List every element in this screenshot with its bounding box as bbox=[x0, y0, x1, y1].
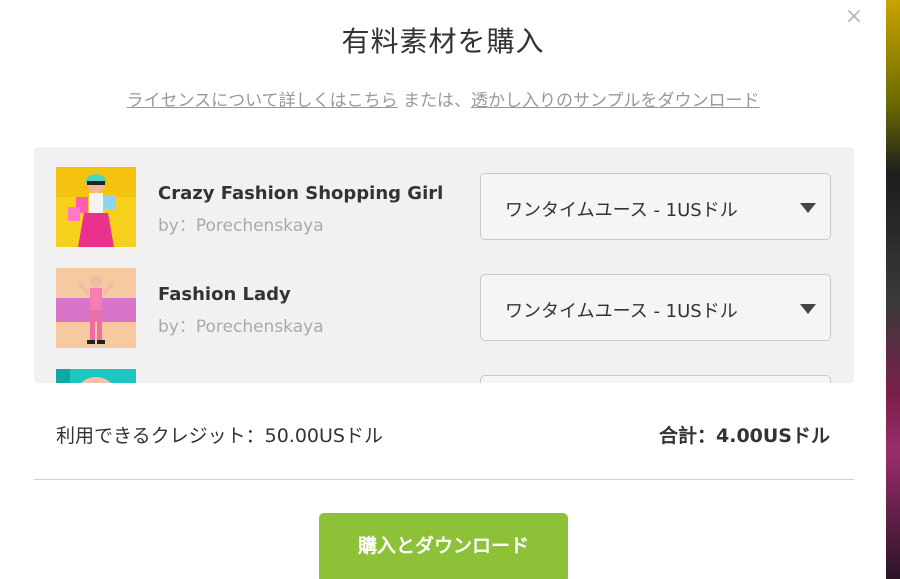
caret-down-icon bbox=[800, 304, 816, 314]
links-separator: または、 bbox=[397, 91, 472, 111]
license-select[interactable] bbox=[480, 375, 831, 383]
license-select[interactable]: ワンタイムユース - 1USドル bbox=[480, 274, 831, 341]
total-price: 合計：4.00USドル bbox=[659, 425, 830, 447]
fashion-lady-thumbnail bbox=[56, 268, 136, 348]
sample-download-link[interactable]: 透かし入りのサンプルをダウンロード bbox=[471, 91, 760, 111]
available-credits: 利用できるクレジット：50.00USドル bbox=[56, 425, 383, 447]
info-links: ライセンスについて詳しくはこちら または、透かし入りのサンプルをダウンロード bbox=[0, 86, 886, 111]
item-author: by：Porechenskaya bbox=[158, 317, 324, 337]
license-select[interactable]: ワンタイムユース - 1USドル bbox=[480, 173, 831, 240]
fashion-shopping-girl-thumbnail bbox=[56, 167, 136, 247]
purchase-download-button[interactable]: 購入とダウンロード bbox=[319, 513, 568, 579]
divider bbox=[34, 479, 854, 480]
items-list[interactable]: Crazy Fashion Shopping Girl by：Porechens… bbox=[34, 147, 854, 383]
license-select-value: ワンタイムユース - 1USドル bbox=[505, 200, 738, 221]
modal-title: 有料素材を購入 bbox=[341, 25, 545, 58]
partially-visible-thumbnail bbox=[56, 369, 136, 383]
caret-down-icon bbox=[800, 203, 816, 213]
item-author: by：Porechenskaya bbox=[158, 216, 324, 236]
purchase-modal: × 有料素材を購入 ライセンスについて詳しくはこちら または、透かし入りのサンプ… bbox=[0, 0, 886, 579]
license-select-value: ワンタイムユース - 1USドル bbox=[505, 301, 738, 322]
background-page-edge bbox=[886, 0, 900, 579]
list-item bbox=[34, 349, 854, 383]
license-info-link[interactable]: ライセンスについて詳しくはこちら bbox=[126, 91, 397, 111]
item-name: Crazy Fashion Shopping Girl bbox=[158, 183, 444, 204]
item-name: Fashion Lady bbox=[158, 284, 291, 305]
list-item: Fashion Lady by：Porechenskaya ワンタイムユース -… bbox=[34, 248, 854, 348]
list-item: Crazy Fashion Shopping Girl by：Porechens… bbox=[34, 147, 854, 247]
